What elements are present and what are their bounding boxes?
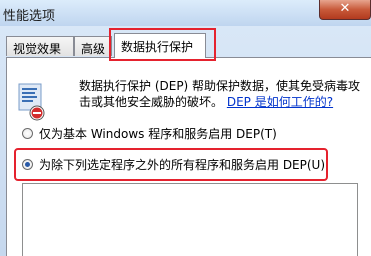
radio-button-essential[interactable]	[22, 128, 33, 139]
window-title: 性能选项	[3, 9, 56, 24]
radio-all-except-selected[interactable]: 为除下列选定程序之外的所有程序和服务启用 DEP(U)	[22, 156, 325, 173]
close-icon: ✕	[339, 1, 351, 16]
radio-button-all-except[interactable]	[22, 159, 33, 170]
dep-panel: 数据执行保护 (DEP) 帮助保护数据，使其免受病毒攻击或其他安全威胁的破坏。 …	[6, 57, 371, 256]
program-exception-list[interactable]	[22, 183, 358, 256]
title-bar[interactable]: 性能选项 ✕	[0, 0, 371, 26]
dep-shield-icon	[18, 83, 45, 121]
dep-description: 数据执行保护 (DEP) 帮助保护数据，使其免受病毒攻击或其他安全威胁的破坏。 …	[79, 78, 369, 110]
dep-help-link[interactable]: DEP 是如何工作的?	[227, 95, 333, 109]
close-button[interactable]: ✕	[319, 0, 371, 20]
radio-label-essential: 仅为基本 Windows 程序和服务启用 DEP(T)	[39, 127, 277, 141]
tab-data-execution-prevention[interactable]: 数据执行保护	[114, 33, 206, 58]
tab-strip: 视觉效果 高级 数据执行保护	[0, 30, 371, 58]
radio-label-all-except: 为除下列选定程序之外的所有程序和服务启用 DEP(U)	[39, 158, 326, 172]
performance-options-window: 性能选项 ✕ 视觉效果 高级 数据执行保护 数据执行保护 (DEP) 帮助保护数…	[0, 0, 371, 256]
radio-essential-only[interactable]: 仅为基本 Windows 程序和服务启用 DEP(T)	[22, 125, 277, 142]
tab-visual-effects[interactable]: 视觉效果	[6, 36, 74, 56]
tab-advanced[interactable]: 高级	[74, 36, 112, 56]
